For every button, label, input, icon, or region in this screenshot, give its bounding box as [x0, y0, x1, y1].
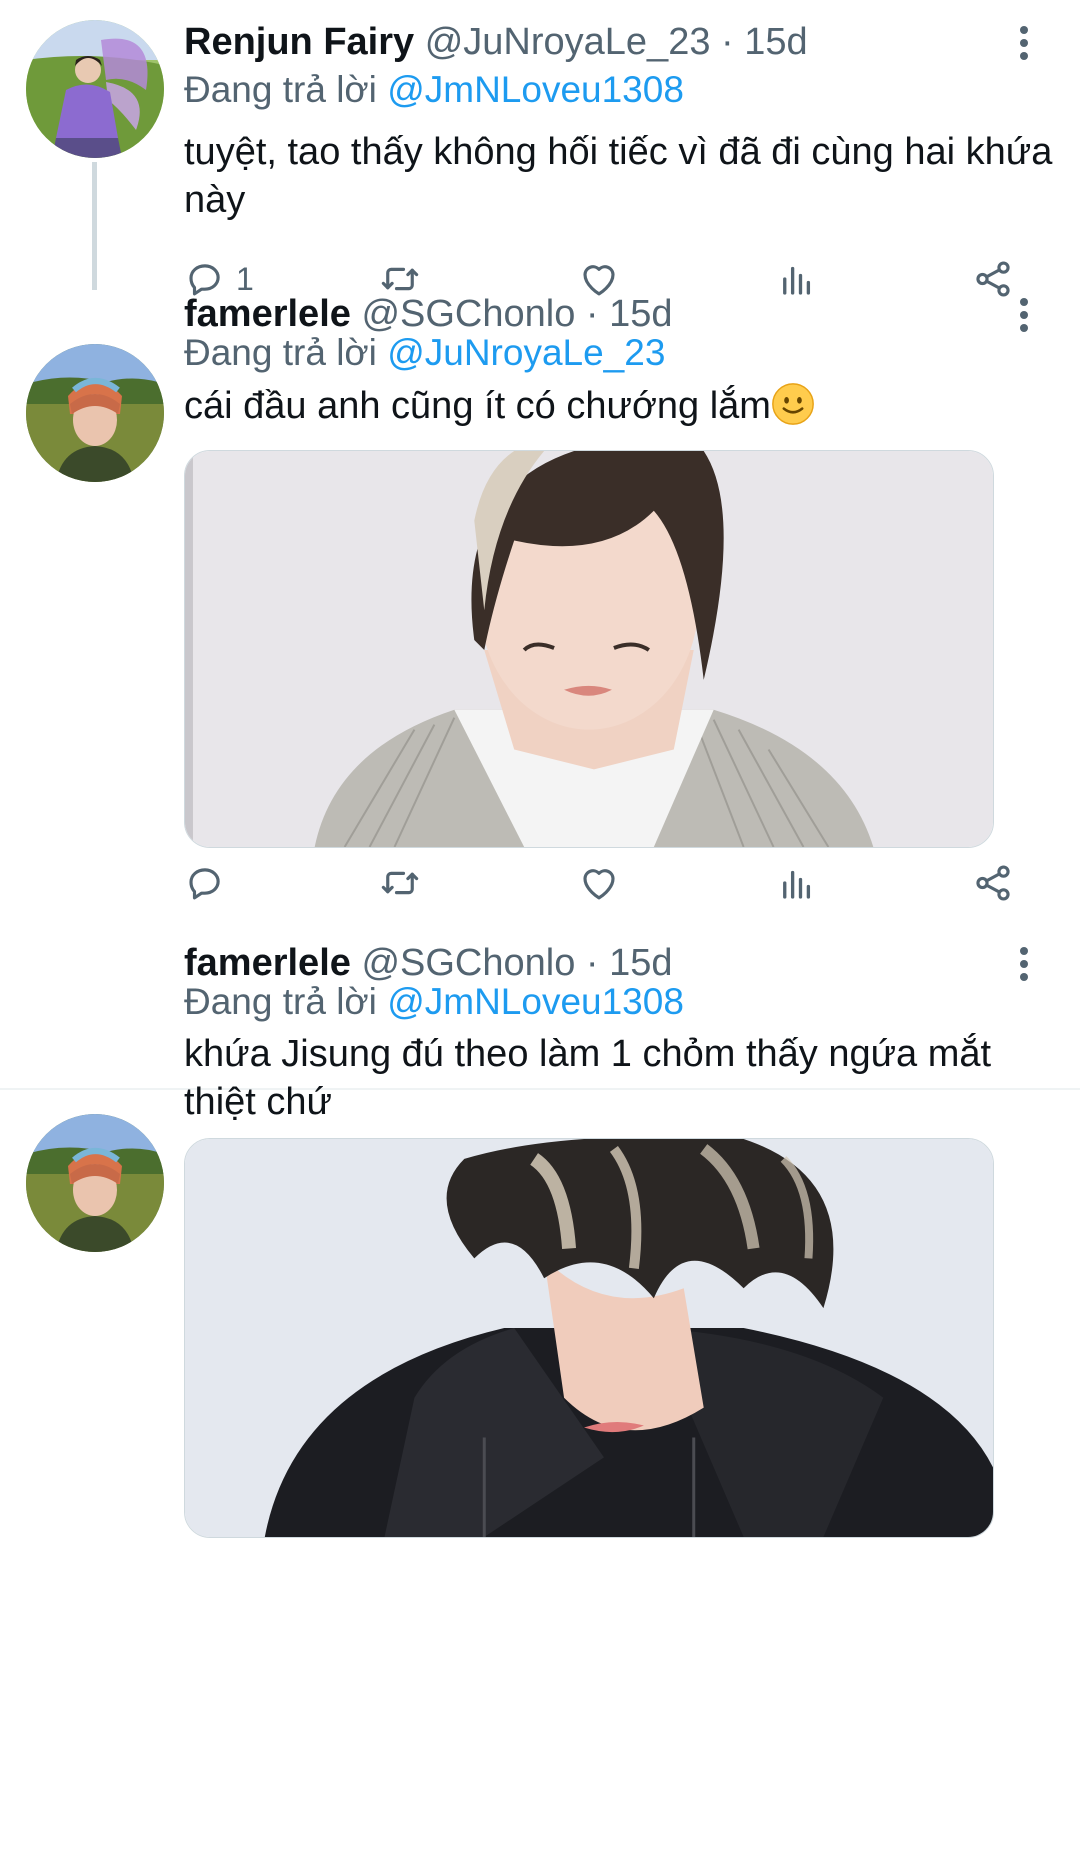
tweet-image[interactable] [184, 450, 994, 848]
display-name[interactable]: Renjun Fairy [184, 21, 414, 63]
user-handle[interactable]: @SGChonlo [361, 942, 575, 984]
reply-prefix: Đang trả lời [184, 332, 377, 373]
reply-mention[interactable]: @JuNroyaLe_23 [387, 332, 665, 373]
tweet-1[interactable]: Renjun Fairy @JuNroyaLe_23 · 15d Đang tr… [0, 0, 1080, 320]
tweet-image[interactable] [184, 1138, 994, 1538]
timestamp[interactable]: · 15d [586, 942, 673, 984]
tweet-text: khứa Jisung đú theo làm 1 chỏm thấy ngứa… [184, 1033, 992, 1123]
more-options-icon[interactable] [1012, 26, 1036, 66]
retweet-icon [381, 871, 419, 895]
slightly-smiling-face-icon [772, 383, 814, 425]
display-name[interactable]: famerlele [184, 942, 351, 984]
tweet-text: tuyệt, tao thấy không hối tiếc vì đã đi … [184, 131, 1053, 221]
like-icon [583, 869, 615, 900]
timestamp[interactable]: · 15d [721, 21, 808, 63]
like-button[interactable] [578, 858, 620, 908]
reply-context: Đang trả lời @JuNroyaLe_23 [184, 330, 665, 376]
reply-prefix: Đang trả lời [184, 981, 377, 1022]
views-button[interactable] [776, 254, 818, 304]
views-button[interactable] [776, 858, 818, 908]
timestamp[interactable]: · 15d [586, 293, 673, 335]
tweet-text-row: cái đầu anh cũng ít có chướng lắm [184, 382, 1054, 430]
user-handle[interactable]: @SGChonlo [361, 293, 575, 335]
reply-mention[interactable]: @JmNLoveu1308 [387, 981, 684, 1022]
more-options-icon[interactable] [1012, 298, 1036, 338]
tweet-text: cái đầu anh cũng ít có chướng lắm [184, 385, 771, 427]
reply-prefix: Đang trả lời [184, 69, 377, 110]
tweet-header: Renjun Fairy @JuNroyaLe_23 · 15d [184, 19, 808, 65]
reply-mention[interactable]: @JmNLoveu1308 [387, 69, 684, 110]
thread-connector [92, 162, 97, 290]
share-icon [976, 865, 1010, 901]
reply-icon [189, 868, 220, 900]
reply-button[interactable] [184, 858, 226, 908]
views-icon [783, 266, 811, 295]
avatar[interactable] [26, 20, 164, 158]
display-name[interactable]: famerlele [184, 293, 351, 335]
views-icon [783, 870, 811, 899]
user-handle[interactable]: @JuNroyaLe_23 [425, 21, 711, 63]
avatar[interactable] [26, 1114, 164, 1252]
share-button[interactable] [972, 254, 1014, 304]
more-options-icon[interactable] [1012, 947, 1036, 987]
retweet-button[interactable] [379, 858, 421, 908]
action-bar [184, 858, 1014, 908]
share-button[interactable] [972, 858, 1014, 908]
share-icon [976, 261, 1010, 297]
reply-context: Đang trả lời @JmNLoveu1308 [184, 979, 684, 1025]
reply-context: Đang trả lời @JmNLoveu1308 [184, 67, 684, 113]
